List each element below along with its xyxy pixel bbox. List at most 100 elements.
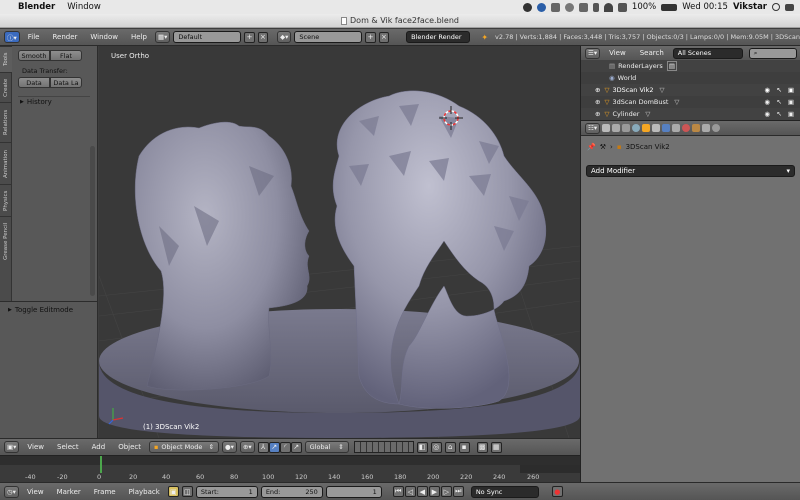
wifi-icon[interactable]: [603, 2, 613, 12]
viewport-scene[interactable]: [99, 46, 580, 438]
outliner-menu-view[interactable]: View: [604, 49, 631, 57]
spotlight-icon[interactable]: [772, 3, 780, 11]
3d-viewport[interactable]: User Ortho (1) 3DScan Vik2: [99, 46, 580, 438]
play-icon[interactable]: ▶: [428, 486, 440, 497]
manipulator-toggle-icon[interactable]: ⅄: [257, 441, 269, 453]
outliner-row[interactable]: ⊕ ▽ 3DScan Vik2 ▽ ◉ ↖ ▣: [581, 84, 800, 96]
tab-grease-pencil[interactable]: Grease Pencil: [0, 216, 12, 266]
visibility-eye-icon[interactable]: ◉: [764, 110, 770, 118]
add-scene-button[interactable]: +: [365, 31, 376, 43]
layer-buttons[interactable]: [353, 441, 414, 453]
data-tab-icon[interactable]: [672, 124, 681, 132]
jump-start-icon[interactable]: ⏮: [392, 486, 404, 497]
outliner-search-input[interactable]: ⌕: [748, 47, 797, 59]
render-layers-tab-icon[interactable]: [612, 124, 621, 132]
tab-relations[interactable]: Relations: [0, 102, 12, 142]
rotate-manipulator-icon[interactable]: ◜: [279, 441, 291, 453]
tool-shelf-scrollbar[interactable]: [90, 146, 95, 296]
viewport-shading-button[interactable]: ●▾: [222, 441, 237, 453]
editor-type-info-button[interactable]: ⓘ▾: [4, 31, 20, 43]
selectable-arrow-icon[interactable]: ↖: [777, 98, 782, 106]
outliner-display-mode-select[interactable]: All Scenes: [672, 47, 743, 59]
next-keyframe-icon[interactable]: ▷: [440, 486, 452, 497]
tab-create[interactable]: Create: [0, 72, 12, 102]
menu-frame[interactable]: Frame: [89, 488, 121, 496]
menu-window[interactable]: Window: [85, 33, 123, 41]
expand-icon[interactable]: ⊕: [595, 110, 600, 118]
tab-physics[interactable]: Physics: [0, 184, 12, 216]
renderable-camera-icon[interactable]: ▣: [788, 86, 794, 94]
data-layers-button[interactable]: Data La: [50, 77, 82, 88]
screen-layout-select[interactable]: Default: [173, 31, 242, 43]
world-tab-icon[interactable]: [632, 124, 641, 132]
menu-select[interactable]: Select: [52, 443, 84, 451]
scene-icon[interactable]: ◆▾: [277, 31, 292, 43]
visibility-eye-icon[interactable]: ◉: [764, 98, 770, 106]
renderable-camera-icon[interactable]: ▣: [788, 110, 794, 118]
outliner-row[interactable]: ▤ RenderLayers ▤: [581, 60, 800, 72]
preview-range-icon[interactable]: ▣: [167, 486, 179, 497]
code-icon[interactable]: [578, 2, 588, 12]
start-frame-field[interactable]: Start: 1: [195, 485, 258, 498]
clock[interactable]: Wed 00:15: [682, 2, 728, 12]
scene-select[interactable]: Scene: [294, 31, 363, 43]
smooth-button[interactable]: Smooth: [18, 50, 50, 61]
mode-select[interactable]: ▪ Object Mode ⇕: [149, 441, 220, 453]
remove-scene-button[interactable]: ×: [378, 31, 390, 43]
modifiers-tab-icon[interactable]: [662, 124, 671, 132]
menu-marker[interactable]: Marker: [52, 488, 86, 496]
constraints-tab-icon[interactable]: [652, 124, 661, 132]
outliner-row[interactable]: ◉ World: [581, 72, 800, 84]
editor-type-outliner-button[interactable]: ☰▾: [585, 47, 601, 59]
visibility-eye-icon[interactable]: ◉: [764, 86, 770, 94]
snap-element-icon[interactable]: ▪: [458, 441, 470, 453]
airplay-icon[interactable]: [550, 2, 560, 12]
pin-icon[interactable]: 📌: [587, 143, 596, 151]
scene-tab-icon[interactable]: [622, 124, 631, 132]
selectable-arrow-icon[interactable]: ↖: [777, 110, 782, 118]
app-menu[interactable]: Blender: [12, 2, 61, 12]
expand-icon[interactable]: ⊕: [595, 86, 600, 94]
screen-layout-icon[interactable]: ▦▾: [154, 31, 171, 43]
outliner-row[interactable]: ⊕ ▽ 3dScan DomBust ▽ ◉ ↖ ▣: [581, 96, 800, 108]
menu-render[interactable]: Render: [47, 33, 82, 41]
lock-layers-icon[interactable]: ◧: [416, 441, 428, 453]
jump-end-icon[interactable]: ⏭: [452, 486, 464, 497]
physics-tab-icon[interactable]: [712, 124, 721, 132]
tab-animation[interactable]: Animation: [0, 142, 12, 184]
transform-orientation-select[interactable]: Global ⇕: [304, 441, 349, 453]
menu-view[interactable]: View: [22, 488, 49, 496]
opengl-render-icon[interactable]: ▩: [476, 441, 488, 453]
volume-icon[interactable]: [617, 2, 627, 12]
outliner-menu-search[interactable]: Search: [635, 49, 669, 57]
opengl-animation-icon[interactable]: ▦: [490, 441, 502, 453]
battery-icon[interactable]: [661, 3, 678, 11]
render-engine-select[interactable]: Blender Render: [406, 31, 471, 43]
render-tab-icon[interactable]: [602, 124, 611, 132]
editor-type-3d-view-button[interactable]: ▣▾: [4, 441, 20, 453]
snap-toggle-icon[interactable]: ⌂: [444, 441, 456, 453]
remove-layout-button[interactable]: ×: [257, 31, 269, 43]
window-menu[interactable]: Window: [61, 2, 107, 12]
object-tab-icon[interactable]: [642, 124, 651, 132]
end-frame-field[interactable]: End: 250: [260, 485, 323, 498]
material-tab-icon[interactable]: [682, 124, 691, 132]
editor-type-properties-button[interactable]: ☷▾: [585, 122, 601, 134]
play-reverse-icon[interactable]: ◀: [416, 486, 428, 497]
data-transfer-button[interactable]: Data: [18, 77, 50, 88]
timeline-area[interactable]: -40 -20 0 20 40 60 80 100 120 140 160 18…: [0, 455, 580, 483]
record-icon[interactable]: ●: [551, 486, 563, 497]
editor-type-timeline-button[interactable]: ◷▾: [4, 485, 19, 498]
particles-tab-icon[interactable]: [702, 124, 711, 132]
current-frame-field[interactable]: 1: [325, 485, 382, 498]
sync-select[interactable]: No Sync: [470, 485, 539, 498]
app-status-icon[interactable]: [522, 2, 532, 12]
translate-manipulator-icon[interactable]: ↗: [268, 441, 280, 453]
prev-keyframe-icon[interactable]: ◁: [404, 486, 416, 497]
toggle-editmode-header[interactable]: ▶ Toggle Editmode: [8, 306, 73, 314]
add-layout-button[interactable]: +: [244, 31, 255, 43]
expand-icon[interactable]: ⊕: [595, 98, 600, 106]
lock-time-icon[interactable]: ◫: [181, 486, 193, 497]
history-panel-header[interactable]: ▶ History: [20, 98, 52, 106]
outliner-row[interactable]: ⊕ ▽ Cylinder ▽ ◉ ↖ ▣: [581, 108, 800, 120]
